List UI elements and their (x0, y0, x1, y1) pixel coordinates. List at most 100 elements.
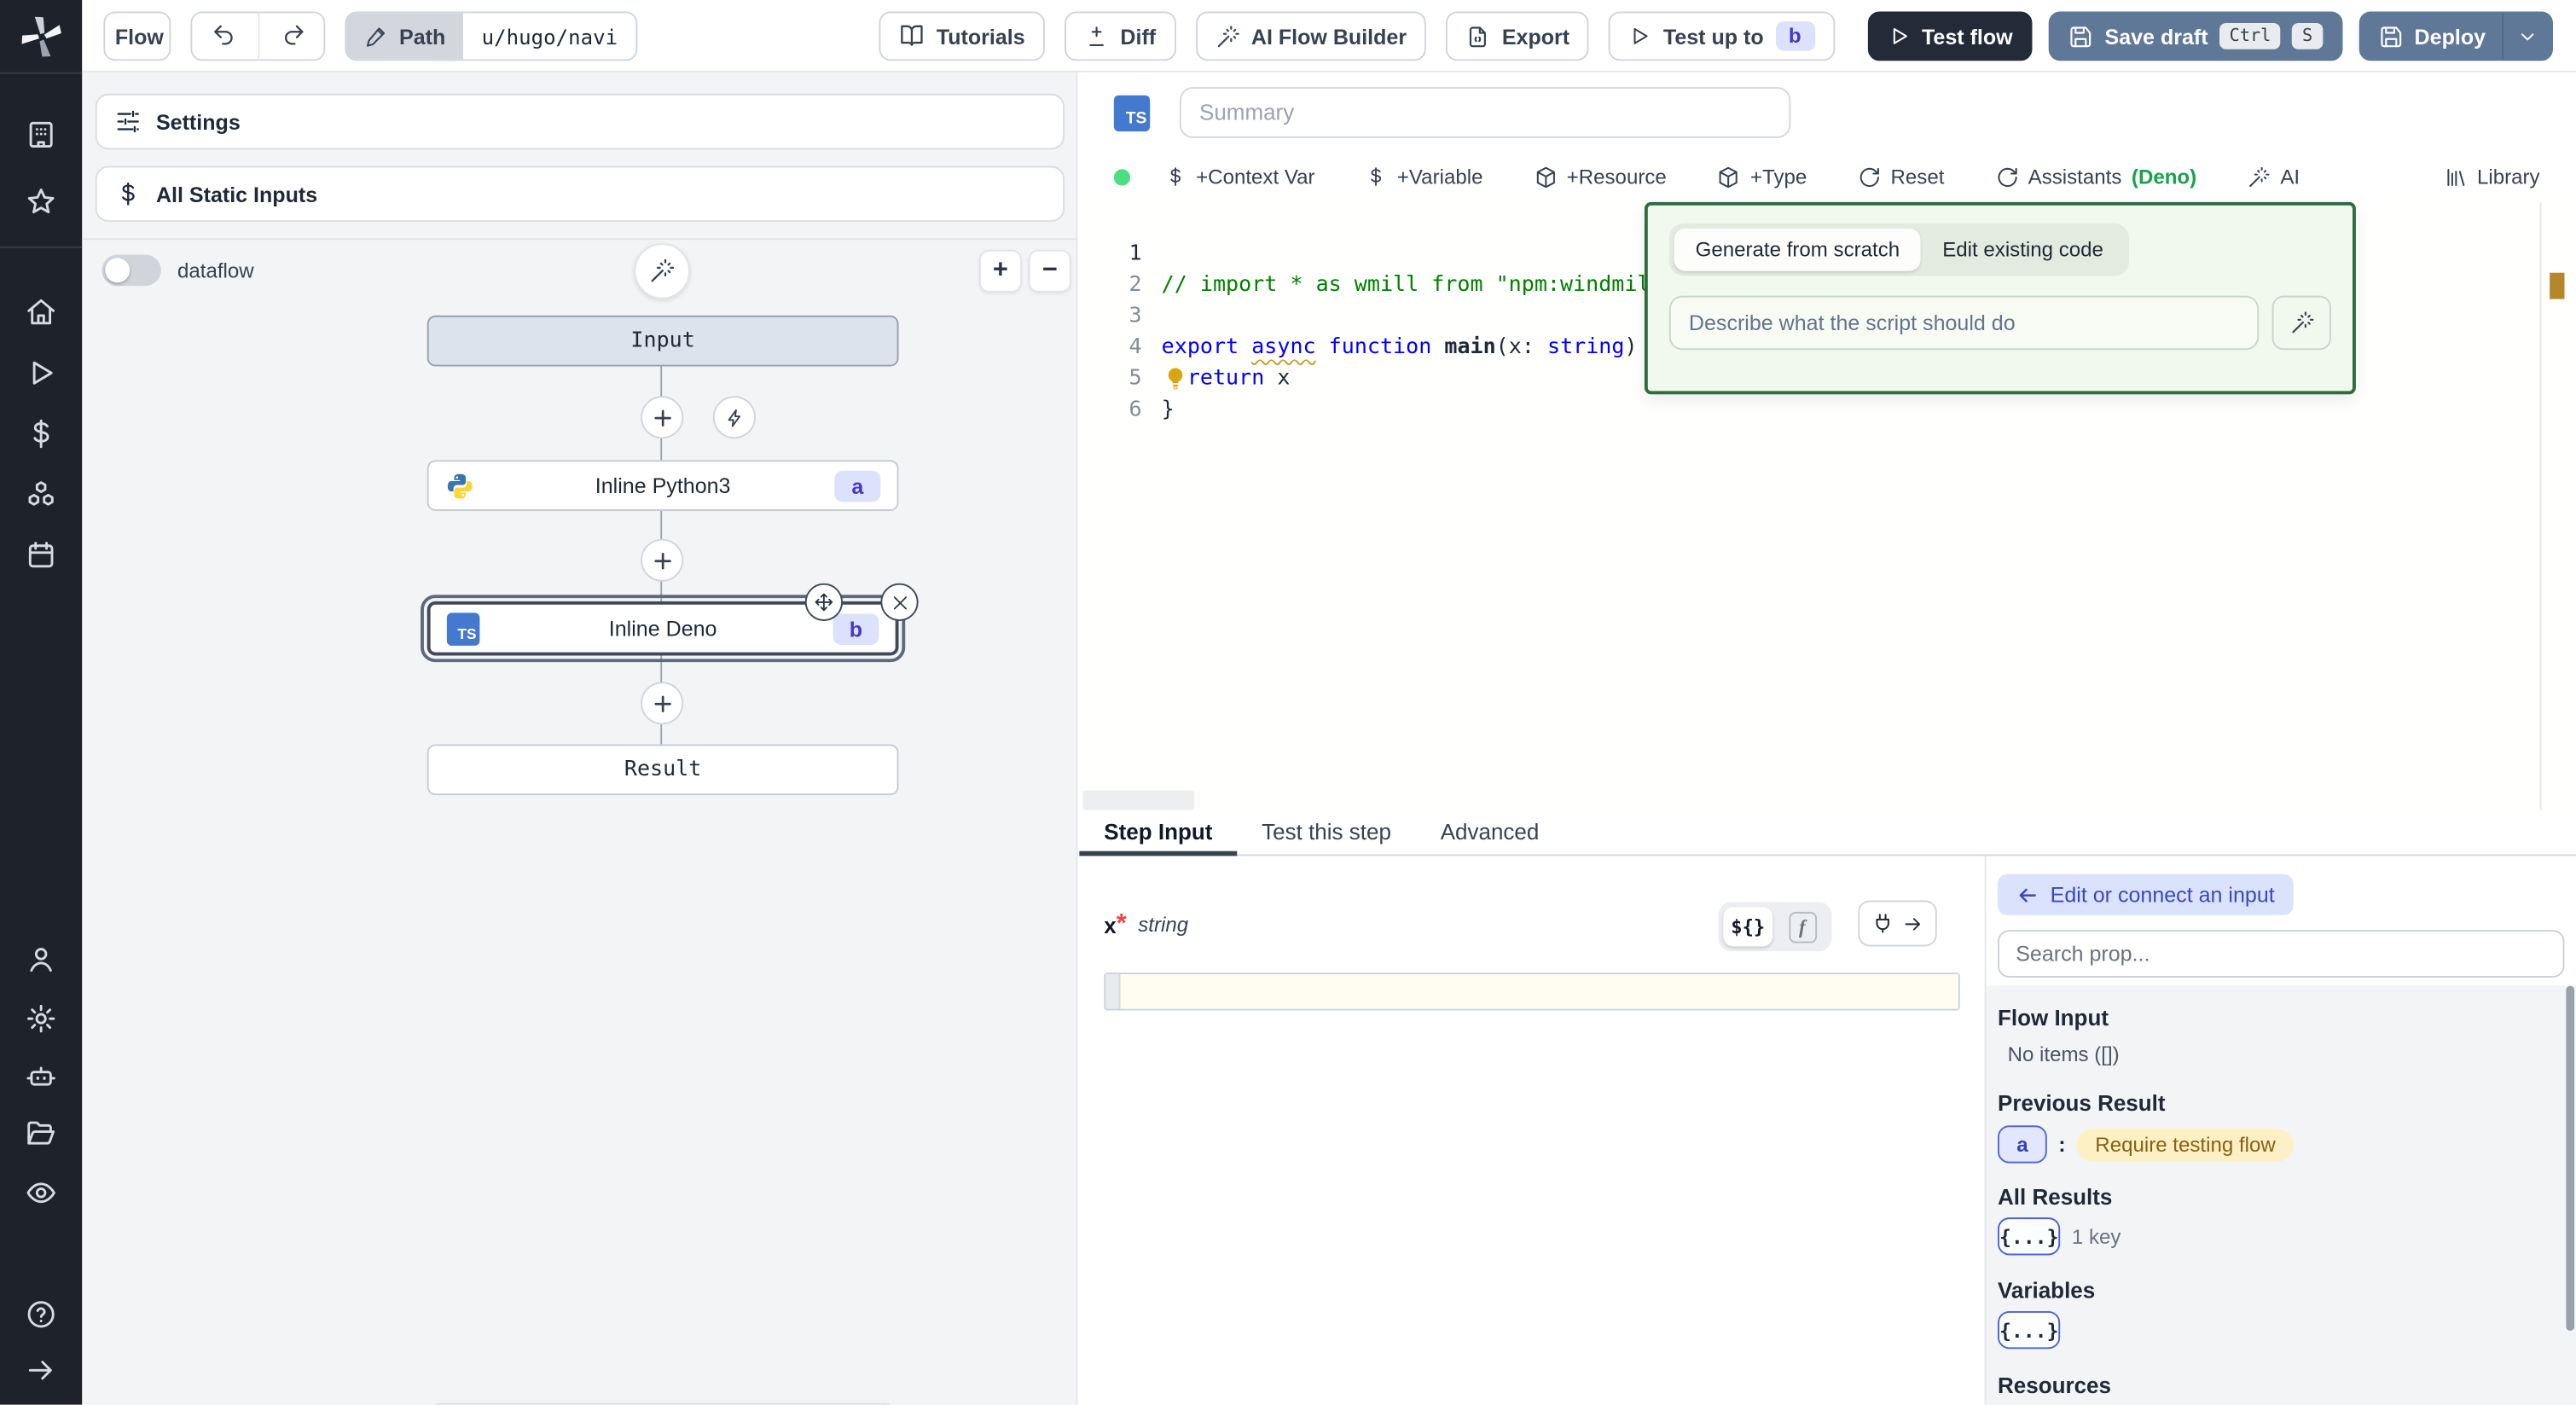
panel-divider (82, 238, 1077, 240)
test-up-to-button[interactable]: Test up to b (1609, 11, 1834, 61)
sidebar-collapse-toggle[interactable] (0, 1344, 82, 1396)
summary-input[interactable] (1180, 87, 1790, 138)
node-inline-deno-selected[interactable]: TS Inline Deno b (427, 601, 899, 656)
previous-result-heading: Previous Result (1998, 1091, 2576, 1116)
all-static-inputs-card[interactable]: All Static Inputs (96, 166, 1065, 222)
refresh-icon (1995, 165, 2018, 189)
zoom-out-button[interactable]: − (1029, 250, 1071, 293)
assistants-button[interactable]: Assistants (Deno) (1995, 165, 2196, 189)
sidebar-item-folders[interactable] (0, 1107, 82, 1160)
flow-kind-button[interactable]: Flow (103, 11, 171, 61)
sidebar-item-runs[interactable] (0, 346, 82, 399)
node-flow-input[interactable]: Input (427, 316, 899, 367)
prev-step-badge[interactable]: a (1998, 1125, 2047, 1163)
variables-object-chip[interactable]: {...} (1998, 1311, 2060, 1349)
wand-icon (2248, 165, 2271, 189)
edit-or-connect-button[interactable]: Edit or connect an input (1998, 874, 2293, 915)
sidebar-item-workers[interactable] (0, 1050, 82, 1103)
sidebar-item-home[interactable] (0, 286, 82, 339)
redo-button[interactable] (258, 13, 323, 59)
function-mode-chip[interactable]: f (1778, 907, 1827, 946)
undo-button[interactable] (192, 13, 258, 59)
sidebar-item-settings[interactable] (0, 992, 82, 1045)
ai-prompt-input[interactable] (1669, 296, 2259, 351)
connect-input-button[interactable] (1858, 900, 1936, 946)
node-inline-python[interactable]: Inline Python3 a (427, 460, 899, 511)
path-edit-segment[interactable]: Path (346, 13, 463, 59)
add-context-var-button[interactable]: +Context Var (1165, 165, 1315, 189)
ai-flow-builder-button[interactable]: AI Flow Builder (1195, 11, 1426, 61)
package-icon (1534, 165, 1557, 189)
reset-button[interactable]: Reset (1858, 165, 1944, 189)
horizontal-scrollbar[interactable] (1082, 790, 1194, 810)
editor-toolbar: +Context Var +Variable +Resource +Type R… (1079, 151, 2576, 202)
sidebar-item-favorites[interactable] (0, 176, 82, 229)
sidebar-item-workspace[interactable] (0, 108, 82, 161)
path-value[interactable]: u/hugo/navi (463, 13, 635, 59)
warning-marker (2550, 273, 2564, 299)
library-button[interactable]: Library (2444, 165, 2539, 189)
add-step-button[interactable] (641, 396, 683, 438)
tab-edit-existing-code[interactable]: Edit existing code (1921, 229, 2125, 271)
add-resource-button[interactable]: +Resource (1534, 165, 1667, 189)
ai-button[interactable]: AI (2248, 165, 2300, 189)
wand-icon (2289, 311, 2314, 335)
save-draft-button[interactable]: Save draft Ctrl S (2049, 11, 2342, 61)
add-step-button[interactable] (641, 539, 683, 582)
zoom-in-button[interactable]: + (979, 250, 1022, 293)
ai-generate-button[interactable] (2272, 296, 2331, 351)
path-control[interactable]: Path u/hugo/navi (345, 11, 637, 61)
prop-search-input[interactable] (1998, 930, 2564, 978)
deploy-button[interactable]: Deploy (2358, 11, 2553, 61)
app-sidebar (0, 0, 82, 1405)
sidebar-item-resources[interactable] (0, 468, 82, 521)
arrow-right-icon (25, 1354, 58, 1387)
add-variable-button[interactable]: +Variable (1366, 165, 1482, 189)
ai-generate-popup: Generate from scratch Edit existing code (1645, 202, 2356, 394)
sidebar-item-audit[interactable] (0, 1166, 82, 1219)
move-step-button[interactable] (805, 583, 843, 621)
previous-result-value: Require testing flow (2077, 1128, 2294, 1161)
dataflow-toggle-row: dataflow (102, 255, 253, 287)
plus-icon (652, 693, 673, 714)
close-icon (890, 592, 909, 612)
test-flow-button[interactable]: Test flow (1867, 11, 2032, 61)
sidebar-item-users[interactable] (0, 933, 82, 986)
sidebar-item-schedules[interactable] (0, 529, 82, 582)
delete-step-button[interactable] (880, 583, 918, 621)
windmill-logo-icon[interactable] (0, 10, 82, 63)
boxes-icon (25, 478, 58, 511)
add-step-button[interactable] (641, 682, 683, 724)
tab-generate-from-scratch[interactable]: Generate from scratch (1674, 229, 1922, 271)
play-icon (1888, 25, 1911, 48)
sidebar-divider (0, 73, 82, 74)
save-icon (2068, 24, 2093, 49)
library-icon (2444, 165, 2467, 189)
sidebar-item-variables[interactable] (0, 408, 82, 461)
tutorials-button[interactable]: Tutorials (879, 11, 1044, 61)
node-result[interactable]: Result (427, 744, 899, 795)
add-type-button[interactable]: +Type (1718, 165, 1807, 189)
flow-settings-card[interactable]: Settings (96, 94, 1065, 149)
x-value-input[interactable] (1104, 972, 1959, 1010)
deploy-dropdown-toggle[interactable] (2502, 13, 2551, 59)
tab-test-this-step[interactable]: Test this step (1237, 810, 1416, 855)
connect-input-panel: Edit or connect an input Flow Input No i… (1985, 856, 2576, 1404)
expression-mode-chip[interactable]: ${} (1723, 907, 1772, 946)
panel-scrollbar[interactable] (2566, 986, 2574, 1331)
add-trigger-button[interactable] (713, 396, 756, 438)
sidebar-item-help[interactable] (0, 1288, 82, 1341)
step-tabs: Step Input Test this step Advanced (1079, 810, 2576, 856)
variables-heading: Variables (1998, 1278, 2576, 1303)
building-icon (25, 119, 58, 152)
graph-ai-wand-button[interactable] (634, 243, 689, 299)
export-button[interactable]: Export (1446, 11, 1589, 61)
assistants-language: (Deno) (2132, 165, 2196, 189)
dataflow-toggle[interactable] (102, 255, 160, 287)
tab-advanced[interactable]: Advanced (1416, 810, 1564, 855)
diff-button[interactable]: Diff (1065, 11, 1175, 61)
all-results-object-chip[interactable]: {...} (1998, 1217, 2060, 1255)
book-icon (899, 23, 925, 49)
kbd-s: S (2292, 23, 2322, 49)
tab-step-input[interactable]: Step Input (1079, 810, 1237, 855)
